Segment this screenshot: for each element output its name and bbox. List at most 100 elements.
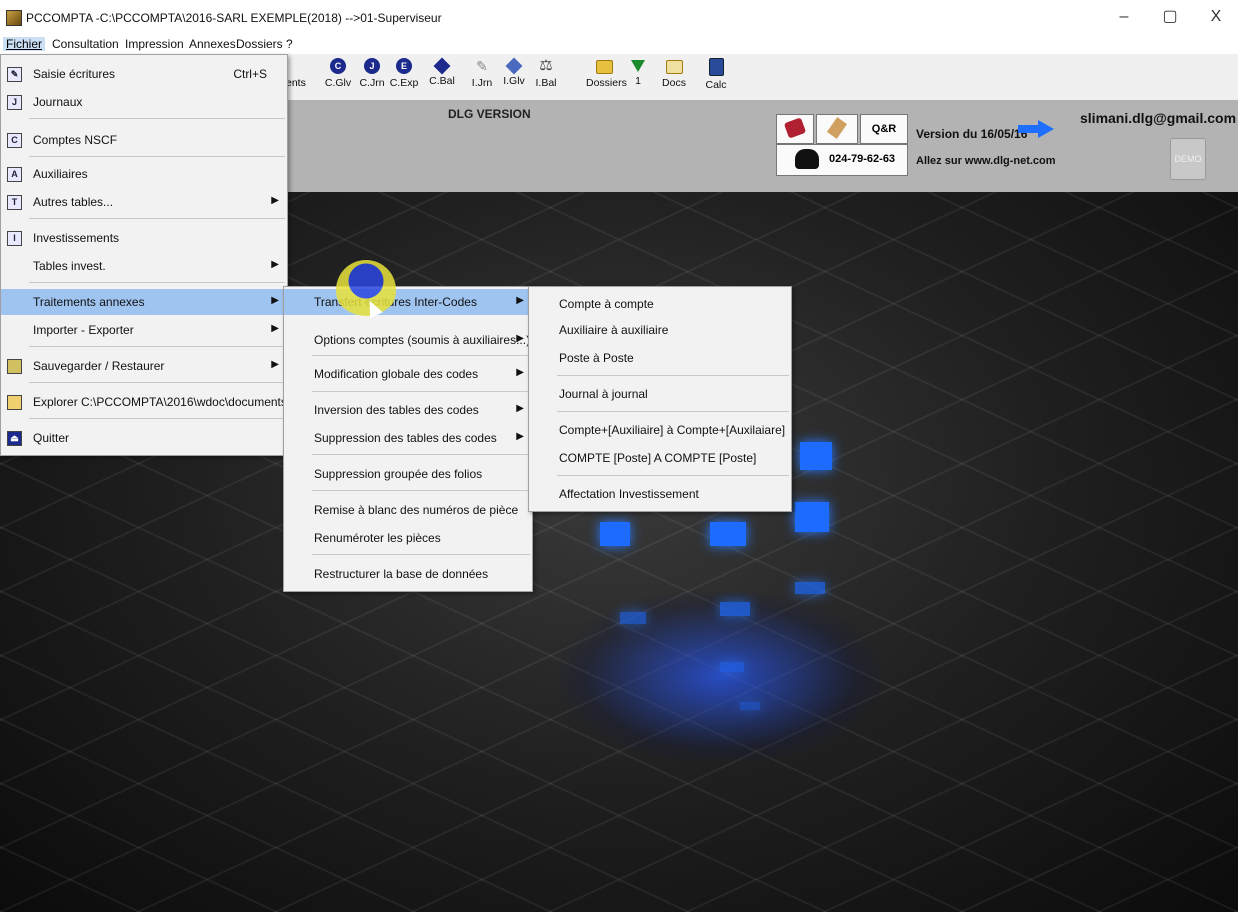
menu-separator [312,554,530,555]
tool-c-bal[interactable]: C.Bal [424,57,460,87]
tool-docs[interactable]: Docs [656,58,692,89]
demo-badge[interactable]: DEMO [1170,138,1206,180]
menu-separator [557,411,789,412]
folder-icon [7,395,22,410]
glow-block [710,522,746,546]
filter-icon [631,60,645,72]
notes-button[interactable] [816,114,858,144]
journal-icon: J [7,95,22,110]
menu-item-suppression-tables[interactable]: Suppression des tables des codes ▶ [284,425,532,451]
menu-item-options-comptes[interactable]: Options comptes (soumis à auxiliaires...… [284,327,532,353]
submenu-arrow-icon: ▶ [271,323,279,334]
menu-consultation[interactable]: Consultation [52,37,119,51]
menu-separator [557,475,789,476]
menu-item-investissements[interactable]: I Investissements [1,225,287,251]
glow-reflection [720,602,750,616]
menu-dossiers[interactable]: Dossiers [236,37,283,51]
menu-item-transfert-ecritures[interactable]: Transfert écritures Inter-Codes ▶ [284,289,532,315]
phone-button[interactable]: 024-79-62-63 [776,144,908,176]
docs-folder-icon [665,60,683,74]
arrow-right-icon[interactable] [1018,120,1054,138]
tool-calc[interactable]: Calc [698,58,734,91]
email-label[interactable]: slimani.dlg@gmail.com [1080,110,1236,126]
menu-item-sauvegarder-restaurer[interactable]: Sauvegarder / Restaurer ▶ [1,353,287,379]
website-label[interactable]: Allez sur www.dlg-net.com [916,155,1056,167]
tool-i-bal[interactable]: ⚖ I.Bal [528,57,564,90]
window-title: PCCOMPTA -C:\PCCOMPTA\2016-SARL EXEMPLE(… [26,11,442,25]
menu-item-poste-a-poste[interactable]: Poste à Poste [529,345,791,371]
app-icon [6,10,22,26]
minimize-button[interactable]: – [1104,6,1144,28]
version-label: Version du 16/05/16 [916,127,1028,141]
fichier-menu: ✎ Saisie écritures Ctrl+S J Journaux C C… [0,54,288,456]
menu-item-affectation-investissement[interactable]: Affectation Investissement [529,481,791,507]
menu-item-saisie-ecritures[interactable]: ✎ Saisie écritures Ctrl+S [1,61,287,87]
menu-separator [29,118,285,119]
menu-help[interactable]: ? [286,37,293,51]
comptes-icon: C [7,133,22,148]
consult-exp-icon: E [396,58,412,74]
title-bar: PCCOMPTA -C:\PCCOMPTA\2016-SARL EXEMPLE(… [0,0,1238,34]
tool-filter[interactable]: 1 [620,58,656,87]
menu-item-tables-invest[interactable]: Tables invest. ▶ [1,253,287,279]
submenu-arrow-icon: ▶ [516,367,524,378]
glow-block [795,502,829,532]
print-glv-icon [505,57,523,75]
menu-item-inversion-tables[interactable]: Inversion des tables des codes ▶ [284,397,532,423]
menu-item-renumeroter-pieces[interactable]: Renuméroter les pièces [284,525,532,551]
menu-item-comptes-nscf[interactable]: C Comptes NSCF [1,127,287,153]
menu-item-quitter[interactable]: ⏏ Quitter [1,425,287,451]
menu-separator [29,156,285,157]
glow-reflection [795,582,825,594]
tool-i-jrn[interactable]: ✎ I.Jrn [464,58,500,89]
menu-item-remise-a-blanc[interactable]: Remise à blanc des numéros de pièce [284,497,532,523]
submenu-arrow-icon: ▶ [271,195,279,206]
submenu-arrow-icon: ▶ [516,295,524,306]
submenu-arrow-icon: ▶ [516,333,524,344]
menu-item-compte-a-compte[interactable]: Compte à compte [529,291,791,317]
tool-i-glv[interactable]: I.Glv [496,57,532,87]
menu-separator [29,418,285,419]
menu-item-auxiliaires[interactable]: A Auxiliaires [1,161,287,187]
glow-reflection [720,662,744,672]
book-icon [783,117,807,139]
tool-c-jrn[interactable]: J C.Jrn [354,58,390,89]
dlg-version-label: DLG VERSION [448,107,531,121]
close-button[interactable]: X [1196,6,1236,28]
menu-separator [312,490,530,491]
menu-annexes[interactable]: Annexes [189,37,236,51]
menu-item-journal-a-journal[interactable]: Journal à journal [529,381,791,407]
menu-item-suppression-folios[interactable]: Suppression groupée des folios [284,461,532,487]
tool-dossiers[interactable]: Dossiers [586,58,627,89]
submenu-arrow-icon: ▶ [271,295,279,306]
scale-icon: ⚖ [539,57,553,74]
calculator-icon [708,58,724,76]
menu-item-compte-poste[interactable]: COMPTE [Poste] A COMPTE [Poste] [529,445,791,471]
auxiliaires-icon: A [7,167,22,182]
menu-impression[interactable]: Impression [125,37,184,51]
consult-bal-icon [433,57,451,75]
menu-fichier[interactable]: Fichier [3,37,46,51]
menu-item-journaux[interactable]: J Journaux [1,89,287,115]
submenu-arrow-icon: ▶ [516,403,524,414]
menu-item-traitements-annexes[interactable]: Traitements annexes ▶ [1,289,287,315]
maximize-button[interactable]: ▢ [1150,6,1190,28]
menu-separator [29,382,285,383]
glow-block [600,522,630,546]
menu-item-modification-globale[interactable]: Modification globale des codes ▶ [284,361,532,387]
tool-c-glv[interactable]: C C.Glv [320,58,356,89]
phone-icon [795,149,819,169]
help-book-button[interactable] [776,114,814,144]
tool-c-exp[interactable]: E C.Exp [386,58,422,89]
menu-item-explorer[interactable]: Explorer C:\PCCOMPTA\2016\wdoc\documents [1,389,287,415]
menu-separator [312,391,530,392]
menu-separator [312,355,530,356]
menu-item-compte-auxiliaire[interactable]: Compte+[Auxiliaire] à Compte+[Auxilaiare… [529,417,791,443]
menu-item-auxiliaire-a-auxiliaire[interactable]: Auxiliaire à auxiliaire [529,317,791,343]
menu-item-restructurer-base[interactable]: Restructurer la base de données [284,561,532,587]
menu-item-importer-exporter[interactable]: Importer - Exporter ▶ [1,317,287,343]
print-jrn-icon: ✎ [476,58,488,74]
qr-button[interactable]: Q&R [860,114,908,144]
menu-item-autres-tables[interactable]: T Autres tables... ▶ [1,189,287,215]
menu-separator [312,454,530,455]
